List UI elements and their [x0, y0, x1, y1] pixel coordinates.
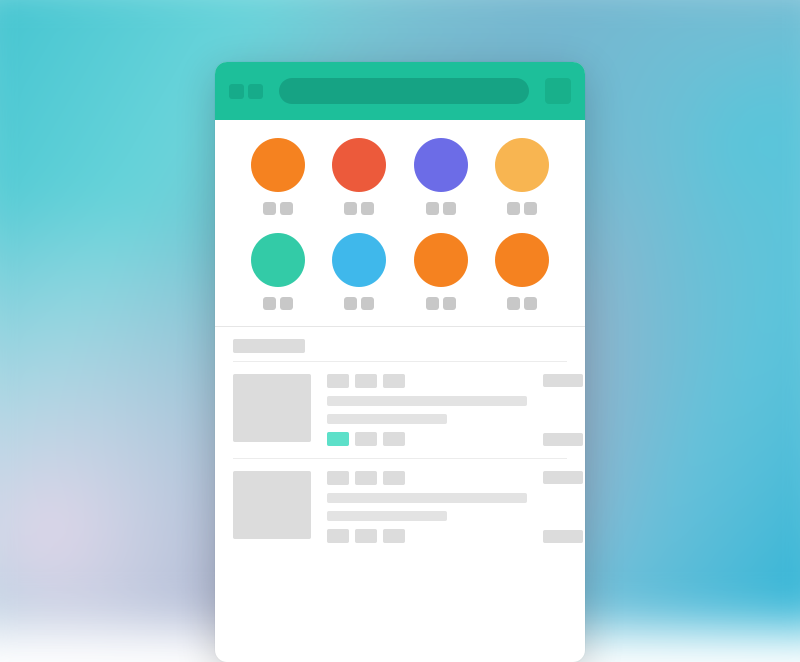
favorite-avatar [414, 233, 468, 287]
feed-tag-row [327, 529, 527, 543]
feed-side-meta [543, 471, 583, 543]
favorite-item[interactable] [414, 138, 468, 215]
feed-meta-row [327, 471, 527, 485]
feed-section [215, 326, 585, 555]
feed-list [215, 361, 585, 555]
feed-subtitle-line [327, 414, 447, 424]
feed-thumbnail [233, 374, 311, 442]
favorite-caption [344, 297, 374, 310]
menu-button[interactable] [545, 78, 571, 104]
favorite-item[interactable] [495, 233, 549, 310]
logo-tile [248, 84, 263, 99]
feed-item[interactable] [233, 458, 567, 555]
feed-body [327, 471, 527, 543]
favorite-caption [344, 202, 374, 215]
feed-side-meta [543, 374, 583, 446]
favorite-avatar [495, 233, 549, 287]
feed-section-title [233, 339, 305, 353]
favorite-caption [263, 202, 293, 215]
favorite-avatar [251, 233, 305, 287]
favorite-caption [507, 202, 537, 215]
favorite-item[interactable] [495, 138, 549, 215]
feed-item[interactable] [233, 361, 567, 458]
favorite-avatar [251, 138, 305, 192]
favorite-item[interactable] [332, 233, 386, 310]
favorite-item[interactable] [251, 138, 305, 215]
logo-tile [229, 84, 244, 99]
divider [215, 326, 585, 327]
device-frame [215, 62, 585, 662]
feed-body [327, 374, 527, 446]
feed-thumbnail [233, 471, 311, 539]
favorite-avatar [414, 138, 468, 192]
favorite-caption [263, 297, 293, 310]
feed-title-line [327, 396, 527, 406]
app-header [215, 62, 585, 120]
header-logo[interactable] [229, 84, 263, 99]
favorite-caption [426, 297, 456, 310]
favorite-avatar [332, 138, 386, 192]
favorite-avatar [495, 138, 549, 192]
feed-subtitle-line [327, 511, 447, 521]
feed-meta-row [327, 374, 527, 388]
favorite-item[interactable] [414, 233, 468, 310]
favorite-item[interactable] [332, 138, 386, 215]
favorite-item[interactable] [251, 233, 305, 310]
feed-tag-row [327, 432, 527, 446]
favorites-grid [215, 120, 585, 320]
favorite-caption [426, 202, 456, 215]
favorite-caption [507, 297, 537, 310]
favorite-avatar [332, 233, 386, 287]
search-input[interactable] [279, 78, 529, 104]
feed-title-line [327, 493, 527, 503]
